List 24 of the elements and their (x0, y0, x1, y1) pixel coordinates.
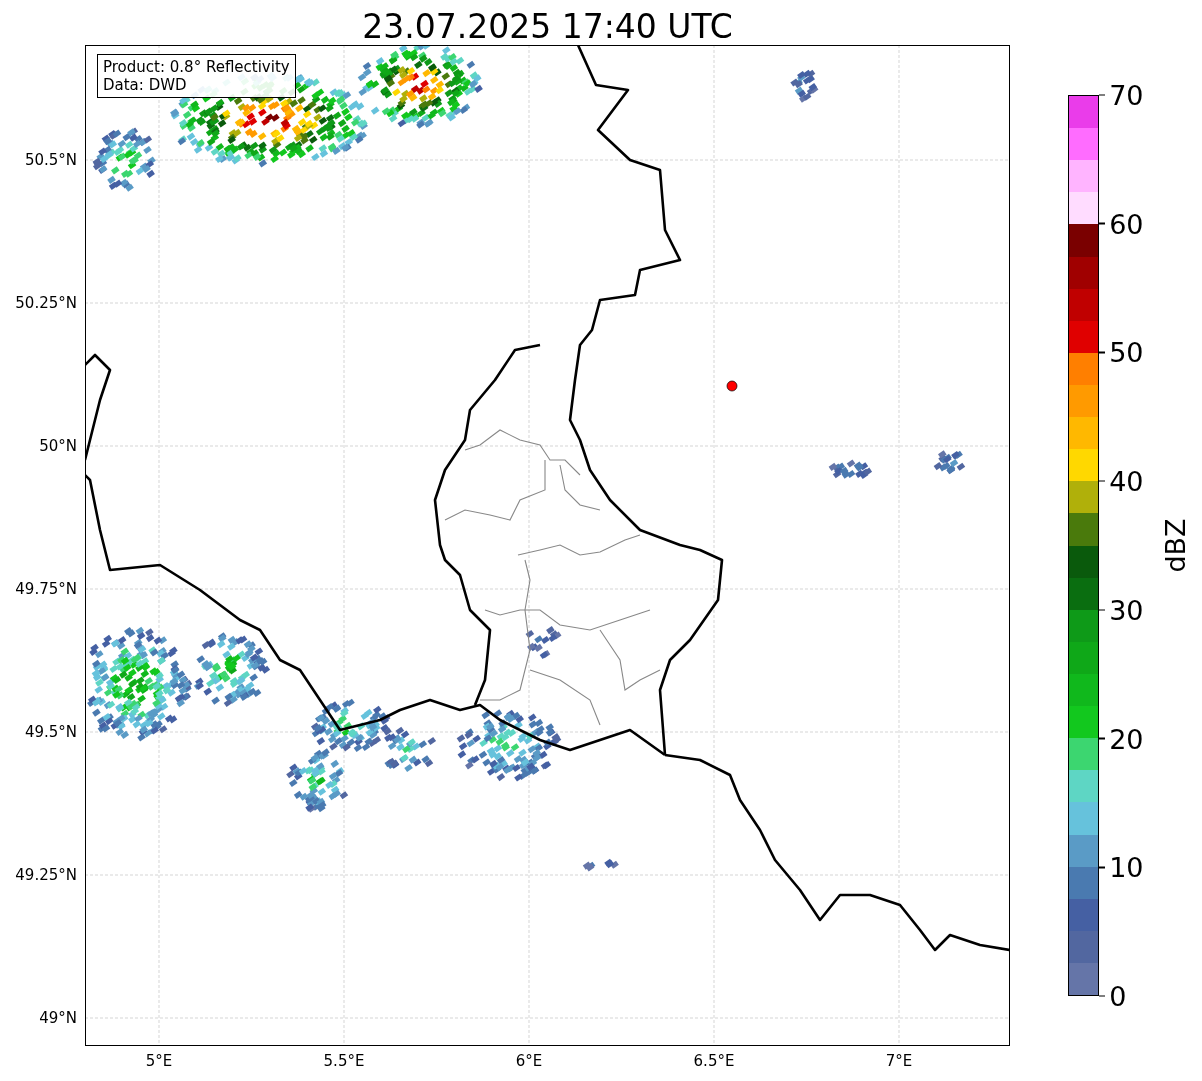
longitude-label: 5.5°E (323, 1052, 365, 1070)
latitude-label: 50°N (39, 437, 77, 455)
colorbar-tick-label: 20 (1109, 723, 1144, 755)
longitude-label: 6.5°E (693, 1052, 735, 1070)
colorbar-label: dBZ (1159, 518, 1191, 573)
colorbar-tick-label: 60 (1109, 208, 1144, 240)
colorbar-tick-label: 50 (1109, 336, 1144, 368)
latitude-label: 49.75°N (15, 580, 77, 598)
longitude-label: 5°E (145, 1052, 173, 1070)
latitude-label: 49.5°N (24, 723, 77, 741)
chart-title: 23.07.2025 17:40 UTC (362, 10, 733, 43)
colorbar-tick-label: 40 (1109, 465, 1144, 497)
colorbar-tick-label: 10 (1109, 851, 1144, 883)
colorbar-tick-label: 0 (1109, 980, 1127, 1012)
latitude-label: 50.5°N (24, 151, 77, 169)
latitude-label: 49.25°N (15, 866, 77, 884)
latitude-label: 50.25°N (15, 294, 77, 312)
colorbar-tick-label: 70 (1109, 79, 1144, 111)
longitude-label: 6°E (515, 1052, 543, 1070)
latitude-label: 49°N (39, 1009, 77, 1027)
info-text: Data: DWD (103, 76, 188, 94)
colorbar-tick-label: 30 (1109, 594, 1144, 626)
longitude-label: 7°E (885, 1052, 913, 1070)
info-text: Product: 0.8° Reflectivity (103, 58, 290, 76)
